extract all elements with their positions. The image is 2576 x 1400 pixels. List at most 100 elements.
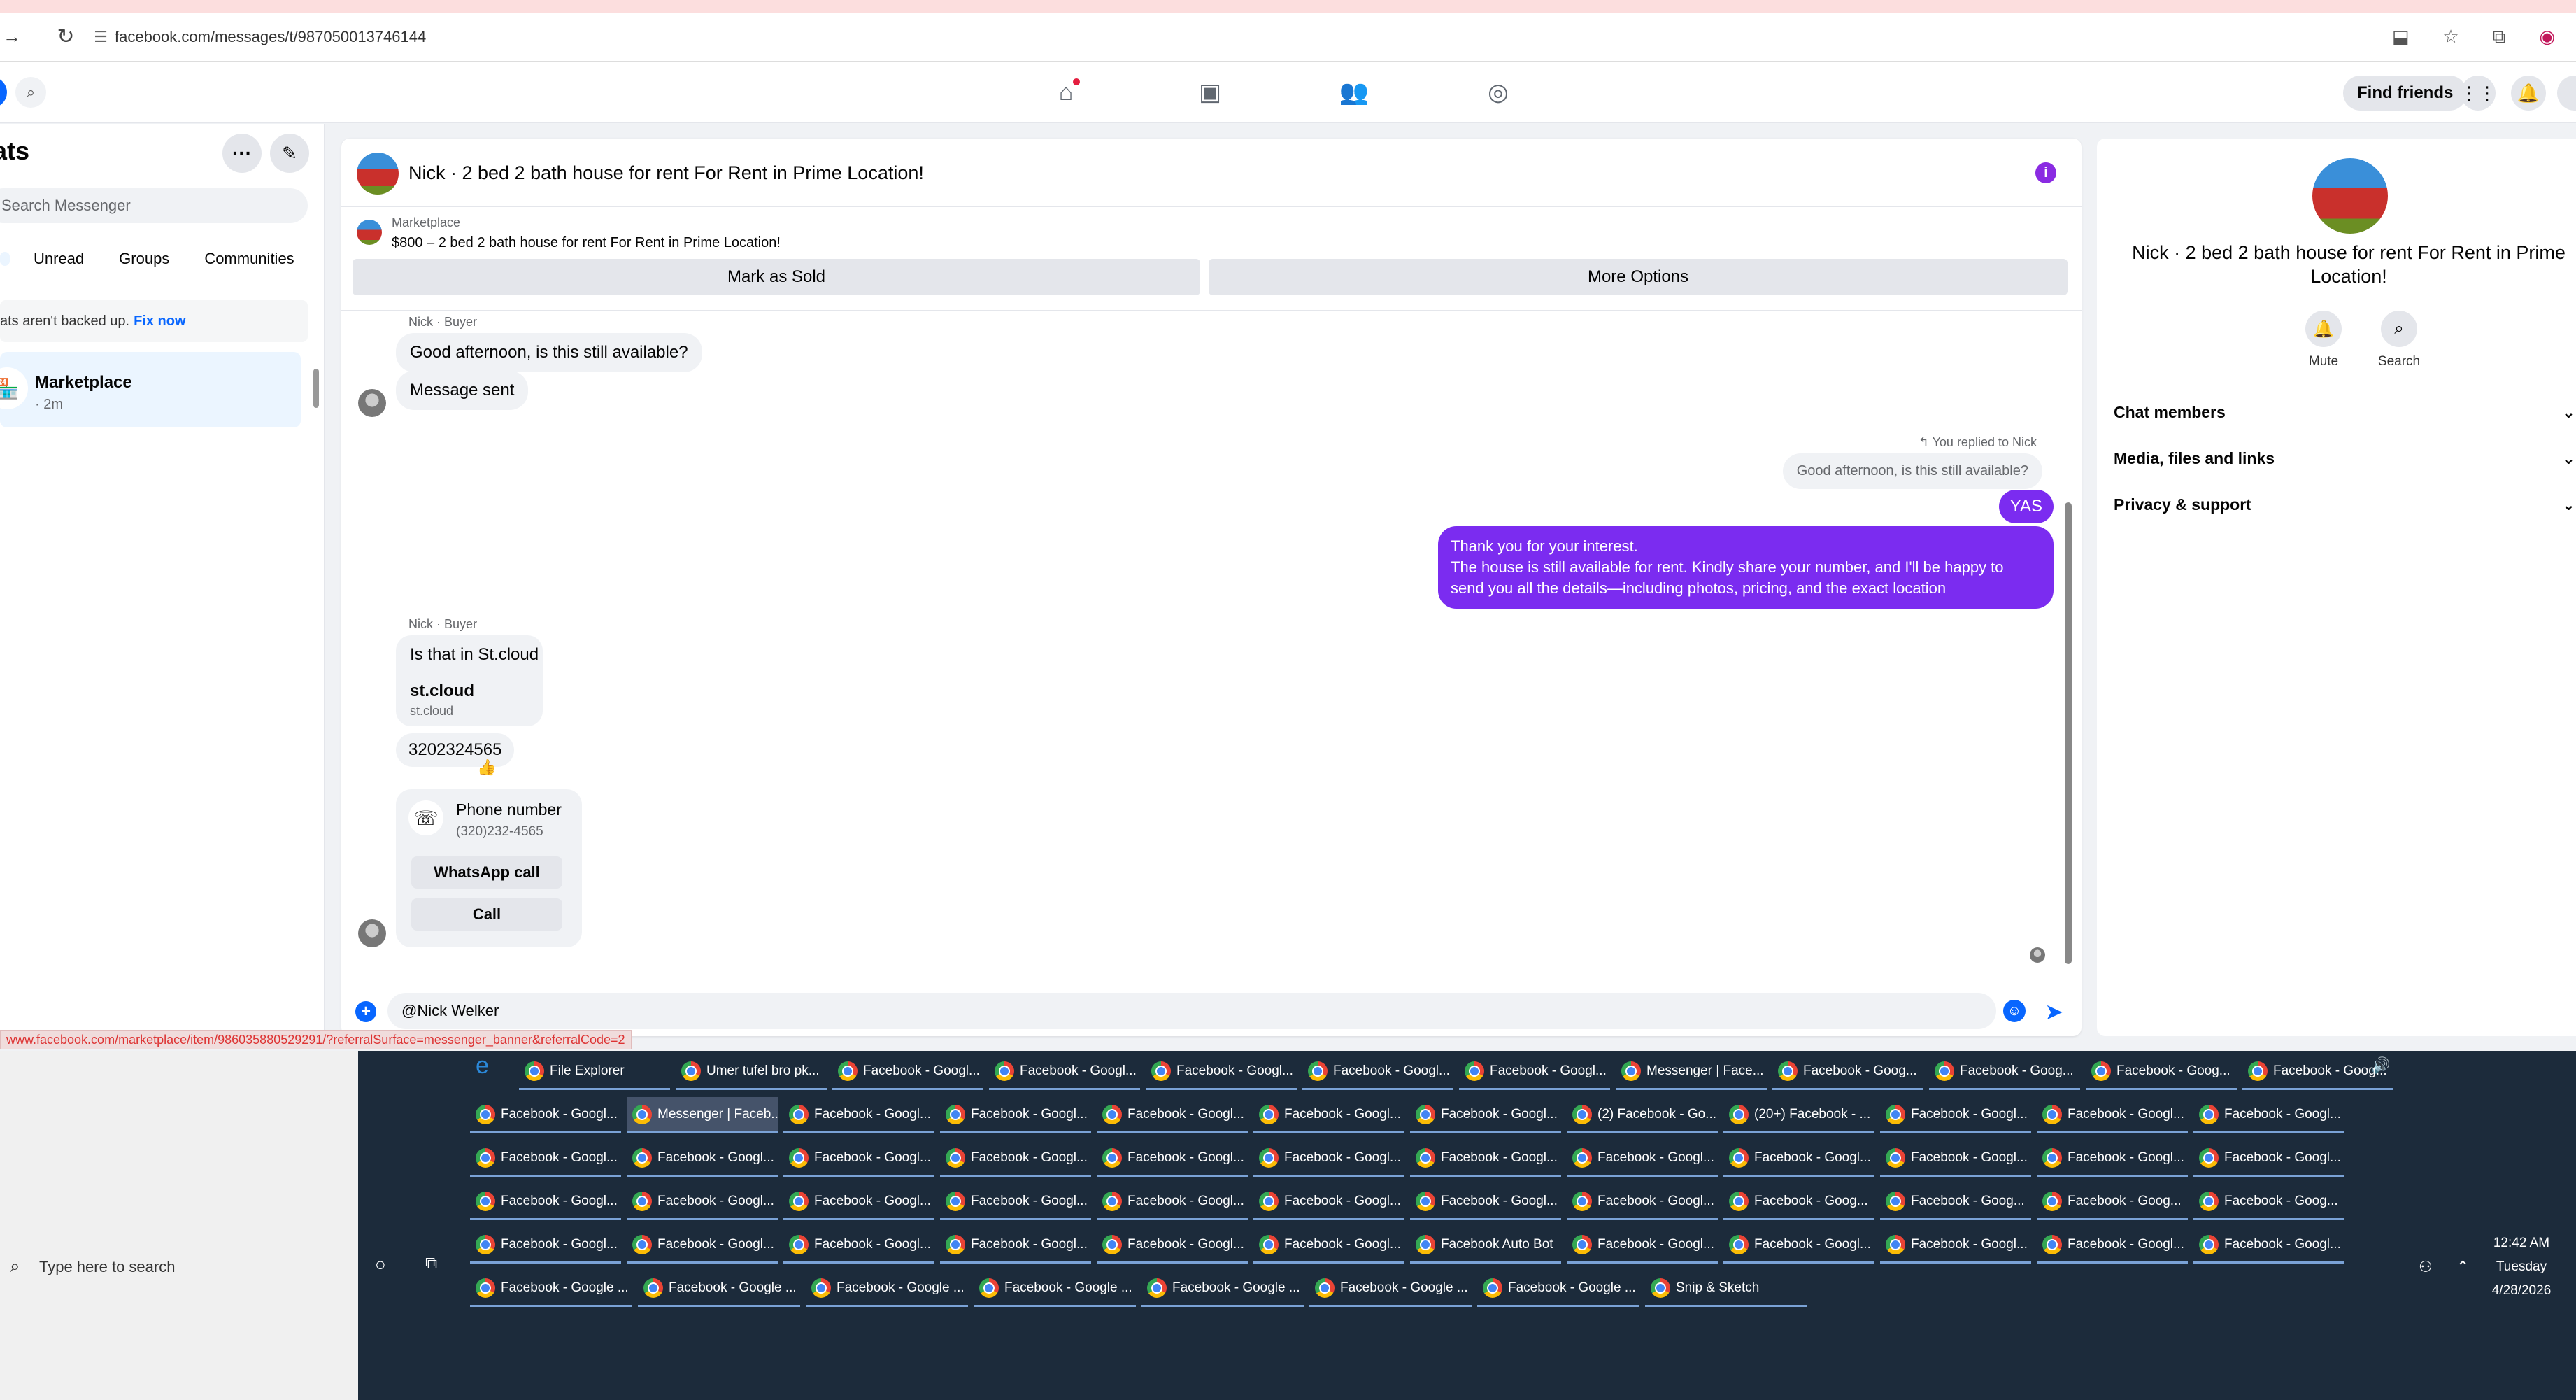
taskbar-window-button[interactable]: Facebook - Googl... [2193, 1227, 2344, 1264]
taskbar-window-button[interactable]: Facebook - Googl... [470, 1140, 621, 1177]
plus-icon[interactable]: + [355, 1001, 376, 1022]
friends-icon[interactable]: 👥 [1337, 76, 1371, 109]
mark-as-sold-button[interactable]: Mark as Sold [353, 259, 1200, 295]
taskbar-window-button[interactable]: Messenger | Faceb... [627, 1097, 778, 1133]
list-scrollbar[interactable] [313, 369, 319, 408]
forward-arrow-icon[interactable]: → [3, 26, 45, 48]
message-input[interactable]: @Nick Welker [387, 993, 1996, 1029]
message-bubble[interactable]: Good afternoon, is this still available? [396, 333, 702, 372]
chat-title[interactable]: Nick · 2 bed 2 bath house for rent For R… [408, 162, 924, 184]
taskbar-window-button[interactable]: Facebook - Google ... [1141, 1271, 1304, 1307]
taskbar-window-button[interactable]: Facebook - Googl... [1253, 1184, 1404, 1220]
quoted-message[interactable]: Good afternoon, is this still available? [1782, 453, 2042, 489]
video-icon[interactable]: ▣ [1193, 76, 1227, 109]
taskbar-window-button[interactable]: Facebook - Googl... [1880, 1227, 2031, 1264]
taskbar-window-button[interactable]: Facebook - Googl... [1097, 1184, 1248, 1220]
taskbar-window-button[interactable]: (2) Facebook - Go... [1567, 1097, 1718, 1133]
facebook-logo-icon[interactable] [0, 77, 7, 108]
message-bubble[interactable]: 3202324565 [396, 733, 515, 767]
conversation-item-marketplace[interactable]: 🏪 Marketplace · 2m [0, 352, 301, 427]
taskbar-window-button[interactable]: Facebook - Googl... [1567, 1184, 1718, 1220]
taskbar-window-button[interactable]: Facebook - Goog... [1723, 1184, 1874, 1220]
taskbar-window-button[interactable]: Facebook - Google ... [638, 1271, 800, 1307]
taskbar-window-button[interactable]: Facebook - Googl... [940, 1140, 1091, 1177]
chat-avatar[interactable] [357, 153, 399, 195]
taskbar-window-button[interactable]: Facebook - Googl... [783, 1097, 934, 1133]
taskbar-window-button[interactable]: Facebook - Goog... [2037, 1184, 2188, 1220]
taskbar-window-button[interactable]: Facebook - Googl... [470, 1097, 621, 1133]
taskbar-window-button[interactable]: Facebook - Google ... [806, 1271, 968, 1307]
link-message-bubble[interactable]: Is that in St.cloud st.cloud st.cloud [396, 635, 543, 726]
filter-all[interactable] [0, 252, 10, 266]
taskbar-window-button[interactable]: Facebook - Goog... [1772, 1054, 1923, 1090]
taskbar-window-button[interactable]: Facebook - Googl... [1253, 1140, 1404, 1177]
reaction-emoji[interactable]: 👍 [477, 758, 496, 777]
taskbar-window-button[interactable]: Facebook - Googl... [1410, 1097, 1561, 1133]
avatar[interactable] [2557, 76, 2576, 111]
search-icon[interactable]: ⌕ [10, 1255, 20, 1278]
taskbar-window-button[interactable]: Facebook - Google ... [1477, 1271, 1639, 1307]
taskbar-window-button[interactable]: Facebook - Google ... [470, 1271, 632, 1307]
taskbar-window-button[interactable]: Umer tufel bro pk... [676, 1054, 827, 1090]
taskbar-window-button[interactable]: Facebook - Googl... [1723, 1227, 1874, 1264]
taskbar-window-button[interactable]: Facebook - Googl... [940, 1184, 1091, 1220]
taskbar-window-button[interactable]: Facebook - Google ... [1309, 1271, 1472, 1307]
taskbar-window-button[interactable]: Messenger | Face... [1616, 1054, 1767, 1090]
sender-avatar[interactable] [358, 389, 386, 417]
edge-icon[interactable]: e [476, 1052, 489, 1080]
taskbar-window-button[interactable]: File Explorer [519, 1054, 670, 1090]
taskbar-window-button[interactable]: Facebook - Google ... [974, 1271, 1136, 1307]
taskbar-window-button[interactable]: Facebook - Googl... [940, 1227, 1091, 1264]
site-info-icon[interactable]: ☰ [87, 28, 115, 46]
listing-link[interactable]: $800 – 2 bed 2 bath house for rent For R… [392, 235, 781, 251]
notifications-bell-icon[interactable]: 🔔 [2511, 76, 2546, 111]
chat-scrollbar[interactable] [2065, 502, 2072, 964]
taskbar-window-button[interactable]: Facebook - Googl... [783, 1184, 934, 1220]
taskbar-window-button[interactable]: Facebook - Googl... [2193, 1097, 2344, 1133]
task-view-icon[interactable]: ⧉ [425, 1254, 437, 1273]
search-icon[interactable]: ⌕ [15, 77, 46, 108]
filter-communities[interactable]: Communities [193, 243, 305, 275]
taskbar-window-button[interactable]: Facebook - Googl... [1880, 1097, 2031, 1133]
message-bubble[interactable]: Message sent [396, 371, 529, 410]
taskbar-window-button[interactable]: Facebook - Googl... [2037, 1227, 2188, 1264]
groups-icon[interactable]: ◎ [1481, 76, 1515, 109]
taskbar-window-button[interactable]: Facebook - Googl... [783, 1140, 934, 1177]
taskbar-window-button[interactable]: (20+) Facebook - ... [1723, 1097, 1874, 1133]
taskbar-window-button[interactable]: Facebook - Googl... [2037, 1097, 2188, 1133]
home-icon[interactable]: ⌂ [1049, 76, 1083, 109]
taskbar-window-button[interactable]: Facebook - Googl... [1410, 1184, 1561, 1220]
taskbar-window-button[interactable]: Facebook - Googl... [2193, 1140, 2344, 1177]
my-message-bubble[interactable]: YAS [1998, 490, 2054, 523]
filter-groups[interactable]: Groups [108, 243, 180, 275]
taskbar-window-button[interactable]: Facebook - Googl... [470, 1227, 621, 1264]
profile-icon[interactable]: ◉ [2539, 26, 2555, 48]
privacy-support-section[interactable]: Privacy & support ⌄ [2114, 495, 2575, 514]
taskbar-window-button[interactable]: Facebook - Googl... [1253, 1097, 1404, 1133]
system-clock[interactable]: 12:42 AM Tuesday 4/28/2026 [2476, 1231, 2567, 1303]
taskbar-search-input[interactable]: Type here to search [39, 1258, 175, 1276]
chevron-up-icon[interactable]: ⌃ [2456, 1258, 2469, 1276]
taskbar-window-button[interactable]: Facebook - Googl... [940, 1097, 1091, 1133]
find-friends-button[interactable]: Find friends [2343, 76, 2468, 111]
compose-icon[interactable]: ✎ [270, 134, 309, 173]
taskbar-window-button[interactable]: Facebook - Googl... [1302, 1054, 1453, 1090]
fix-now-link[interactable]: Fix now [134, 313, 185, 330]
call-button[interactable]: Call [411, 898, 562, 931]
taskbar-window-button[interactable]: Facebook - Goog... [2086, 1054, 2237, 1090]
taskbar-window-button[interactable]: Facebook - Googl... [783, 1227, 934, 1264]
taskbar-window-button[interactable]: Facebook - Googl... [989, 1054, 1140, 1090]
media-files-section[interactable]: Media, files and links ⌄ [2114, 449, 2575, 468]
cortana-icon[interactable]: ○ [375, 1254, 386, 1275]
taskbar-window-button[interactable]: Facebook - Googl... [1253, 1227, 1404, 1264]
extensions-icon[interactable]: ⧉ [2493, 26, 2506, 48]
taskbar-window-button[interactable]: Facebook - Goog... [2242, 1054, 2393, 1090]
taskbar-window-button[interactable]: Facebook - Googl... [1567, 1140, 1718, 1177]
mute-button[interactable]: 🔔 Mute [2296, 311, 2351, 369]
info-icon[interactable]: i [2035, 162, 2056, 183]
taskbar-window-button[interactable]: Facebook - Googl... [1880, 1140, 2031, 1177]
search-messenger-input[interactable]: Search Messenger [0, 188, 308, 223]
menu-grid-icon[interactable]: ⋮⋮ [2460, 76, 2496, 111]
taskbar-window-button[interactable]: Facebook - Googl... [1097, 1097, 1248, 1133]
taskbar-window-button[interactable]: Facebook - Googl... [2037, 1140, 2188, 1177]
